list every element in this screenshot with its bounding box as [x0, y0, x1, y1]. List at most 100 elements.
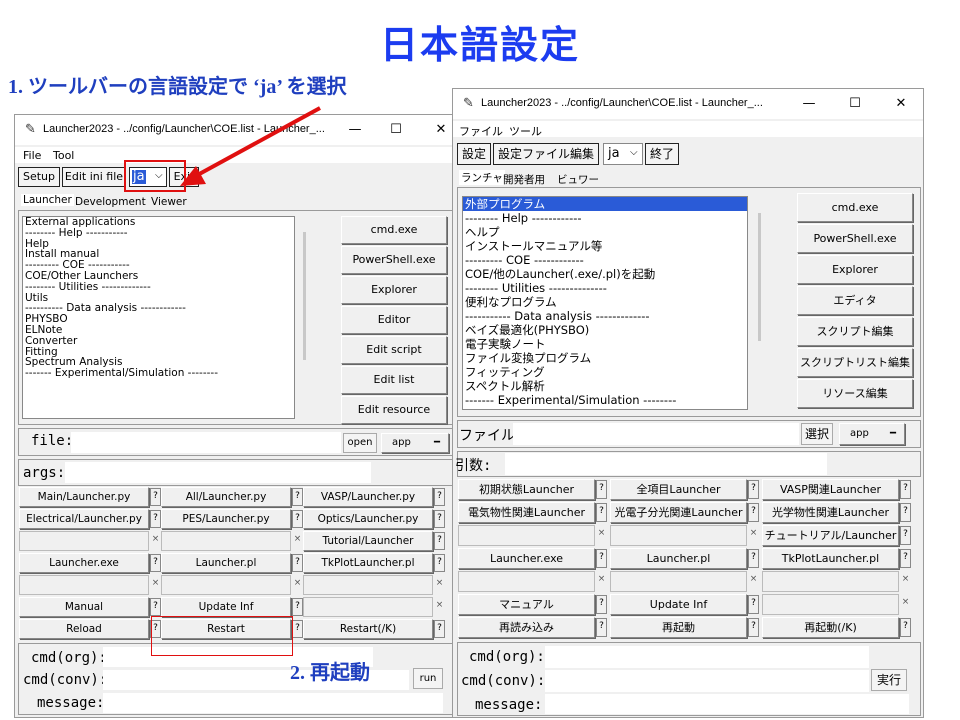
- grid-button-r3c2[interactable]: [161, 531, 291, 551]
- help-question-button[interactable]: ?: [292, 488, 303, 506]
- grid-button-r7c3[interactable]: Restart(/K): [303, 619, 433, 639]
- minimize-icon[interactable]: —: [799, 94, 819, 114]
- list-item[interactable]: 便利なプログラム: [463, 295, 747, 309]
- help-question-button[interactable]: ?: [596, 595, 607, 614]
- grid-button-r5c2[interactable]: [610, 571, 747, 592]
- grid-button-r5c2[interactable]: [161, 575, 291, 595]
- list-item[interactable]: 電子実験ノート: [463, 337, 747, 351]
- file-input[interactable]: [71, 432, 341, 453]
- grid-button-r7c3[interactable]: 再起動(/K): [762, 617, 899, 638]
- grid-button-r5c1[interactable]: [19, 575, 149, 595]
- grid-button-r4c1[interactable]: Launcher.exe: [458, 548, 595, 569]
- grid-button-r7c1[interactable]: Reload: [19, 619, 149, 639]
- help-question-button[interactable]: ?: [150, 488, 161, 506]
- grid-button-r2c2[interactable]: 光電子分光関連Launcher: [610, 502, 747, 523]
- exit-button[interactable]: 終了: [645, 143, 679, 165]
- grid-button-r6c2[interactable]: Update Inf: [161, 597, 291, 617]
- help-question-button[interactable]: ?: [150, 554, 161, 572]
- cmd-conv-input[interactable]: [545, 670, 869, 692]
- help-question-button[interactable]: ?: [900, 618, 911, 637]
- grid-button-r6c1[interactable]: Manual: [19, 597, 149, 617]
- app-listbox[interactable]: External applications -------- Help -----…: [22, 216, 295, 419]
- list-item[interactable]: COE/他のLauncher(.exe/.pl)を起動: [463, 267, 747, 281]
- help-question-button[interactable]: ?: [434, 510, 445, 528]
- grid-button-r2c2[interactable]: PES/Launcher.py: [161, 509, 291, 529]
- help-question-button[interactable]: ?: [900, 480, 911, 499]
- tab-viewer[interactable]: Viewer: [151, 196, 187, 208]
- grid-button-r3c3[interactable]: Tutorial/Launcher: [303, 531, 433, 551]
- help-question-button[interactable]: ?: [596, 480, 607, 499]
- list-item[interactable]: PHYSBO: [23, 314, 294, 325]
- help-question-button[interactable]: ?: [150, 598, 161, 616]
- close-icon[interactable]: ✕: [891, 94, 911, 114]
- grid-button-r3c1[interactable]: [19, 531, 149, 551]
- setup-button[interactable]: Setup: [18, 167, 60, 187]
- grid-button-r3c1[interactable]: [458, 525, 595, 546]
- grid-button-r1c3[interactable]: VASP関連Launcher: [762, 479, 899, 500]
- list-scrollbar[interactable]: [303, 232, 306, 360]
- grid-button-r2c3[interactable]: Optics/Launcher.py: [303, 509, 433, 529]
- list-item[interactable]: -------- Utilities --------------: [463, 281, 747, 295]
- help-question-button[interactable]: ?: [596, 503, 607, 522]
- tab-development[interactable]: Development: [75, 196, 146, 208]
- side-button-2[interactable]: PowerShell.exe: [341, 246, 447, 274]
- grid-button-r1c1[interactable]: 初期状態Launcher: [458, 479, 595, 500]
- help-question-button[interactable]: ?: [596, 618, 607, 637]
- side-button-1[interactable]: cmd.exe: [341, 216, 447, 244]
- grid-button-r3c2[interactable]: [610, 525, 747, 546]
- help-question-button[interactable]: ?: [150, 510, 161, 528]
- edit-ini-button[interactable]: 設定ファイル編集: [493, 143, 599, 165]
- help-question-button[interactable]: ?: [900, 549, 911, 568]
- list-item[interactable]: ------- Experimental/Simulation --------: [23, 368, 294, 379]
- run-button[interactable]: run: [413, 668, 443, 689]
- app-option-menu[interactable]: app ━: [381, 433, 449, 453]
- list-item[interactable]: -------- Help -----------: [23, 227, 294, 239]
- grid-button-r7c1[interactable]: 再読み込み: [458, 617, 595, 638]
- help-question-button[interactable]: ?: [292, 598, 303, 616]
- help-question-button[interactable]: ?: [748, 503, 759, 522]
- grid-button-r4c2[interactable]: Launcher.pl: [161, 553, 291, 573]
- side-button-6[interactable]: スクリプトリスト編集: [797, 348, 913, 377]
- help-question-button[interactable]: ?: [434, 488, 445, 506]
- help-question-button[interactable]: ?: [748, 595, 759, 614]
- side-button-6[interactable]: Edit list: [341, 366, 447, 394]
- side-button-4[interactable]: Editor: [341, 306, 447, 334]
- grid-button-r1c2[interactable]: 全項目Launcher: [610, 479, 747, 500]
- file-input[interactable]: [513, 423, 799, 445]
- menu-tool[interactable]: ツール: [509, 123, 542, 139]
- side-button-1[interactable]: cmd.exe: [797, 193, 913, 222]
- run-button[interactable]: 実行: [871, 669, 907, 691]
- args-input[interactable]: [505, 453, 827, 475]
- side-button-7[interactable]: Edit resource: [341, 396, 447, 424]
- grid-button-r7c2[interactable]: 再起動: [610, 617, 747, 638]
- help-question-button[interactable]: ?: [748, 549, 759, 568]
- grid-button-r6c2[interactable]: Update Inf: [610, 594, 747, 615]
- grid-button-r5c3[interactable]: [303, 575, 433, 595]
- grid-button-r5c3[interactable]: [762, 571, 899, 592]
- language-select[interactable]: ja ⌵: [603, 143, 643, 165]
- list-item[interactable]: --------- COE ------------: [463, 253, 747, 267]
- side-button-7[interactable]: リソース編集: [797, 379, 913, 408]
- list-item[interactable]: インストールマニュアル等: [463, 239, 747, 253]
- list-item[interactable]: ヘルプ: [463, 225, 747, 239]
- tab-viewer[interactable]: ビュワー: [557, 172, 599, 187]
- minimize-icon[interactable]: —: [345, 120, 365, 140]
- side-button-2[interactable]: PowerShell.exe: [797, 224, 913, 253]
- grid-button-r6c3[interactable]: [303, 597, 433, 617]
- list-scrollbar[interactable]: [758, 213, 761, 341]
- grid-button-r2c3[interactable]: 光学物性関連Launcher: [762, 502, 899, 523]
- cmd-org-input[interactable]: [545, 646, 869, 668]
- list-item[interactable]: ----------- Data analysis -------------: [463, 309, 747, 323]
- menu-tool[interactable]: Tool: [53, 149, 74, 162]
- grid-button-r1c1[interactable]: Main/Launcher.py: [19, 487, 149, 507]
- grid-button-r5c1[interactable]: [458, 571, 595, 592]
- list-item[interactable]: フィッティング: [463, 365, 747, 379]
- side-button-4[interactable]: エディタ: [797, 286, 913, 315]
- help-question-button[interactable]: ?: [434, 620, 445, 638]
- close-icon[interactable]: ✕: [431, 120, 451, 140]
- help-question-button[interactable]: ?: [434, 532, 445, 550]
- grid-button-r4c1[interactable]: Launcher.exe: [19, 553, 149, 573]
- grid-button-r4c3[interactable]: TkPlotLauncher.pl: [303, 553, 433, 573]
- list-item[interactable]: スペクトル解析: [463, 379, 747, 393]
- side-button-3[interactable]: Explorer: [797, 255, 913, 284]
